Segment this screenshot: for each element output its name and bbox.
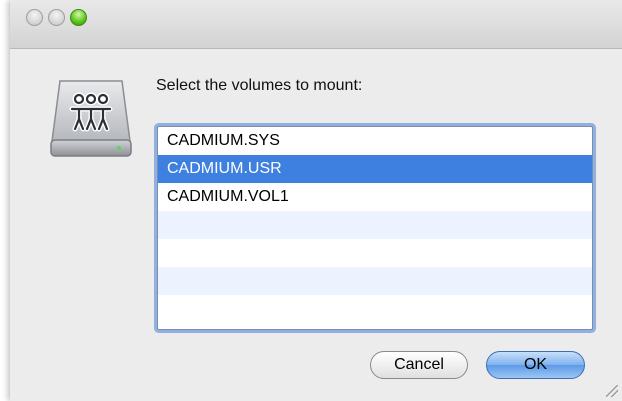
volume-item-cadmium-vol1[interactable]: CADMIUM.VOL1: [158, 183, 592, 211]
volume-list[interactable]: CADMIUM.SYS CADMIUM.USR CADMIUM.VOL1: [157, 126, 593, 330]
empty-row: [158, 239, 592, 267]
zoom-icon[interactable]: [70, 9, 87, 26]
empty-row: [158, 211, 592, 239]
network-volume-icon: [50, 80, 132, 157]
cancel-button[interactable]: Cancel: [370, 351, 468, 379]
ok-button[interactable]: OK: [486, 351, 585, 379]
minimize-icon[interactable]: [48, 9, 65, 26]
close-icon[interactable]: [26, 9, 43, 26]
prompt-label: Select the volumes to mount:: [156, 77, 363, 94]
mount-volumes-dialog: Select the volumes to mount: CADMIUM.SYS…: [10, 0, 622, 401]
empty-row: [158, 295, 592, 323]
resize-grip-icon[interactable]: [606, 385, 618, 397]
empty-row: [158, 267, 592, 295]
dialog-content: Select the volumes to mount: CADMIUM.SYS…: [10, 49, 622, 401]
volume-item-cadmium-usr[interactable]: CADMIUM.USR: [158, 155, 592, 183]
title-bar[interactable]: [10, 0, 622, 49]
volume-item-cadmium-sys[interactable]: CADMIUM.SYS: [158, 127, 592, 155]
